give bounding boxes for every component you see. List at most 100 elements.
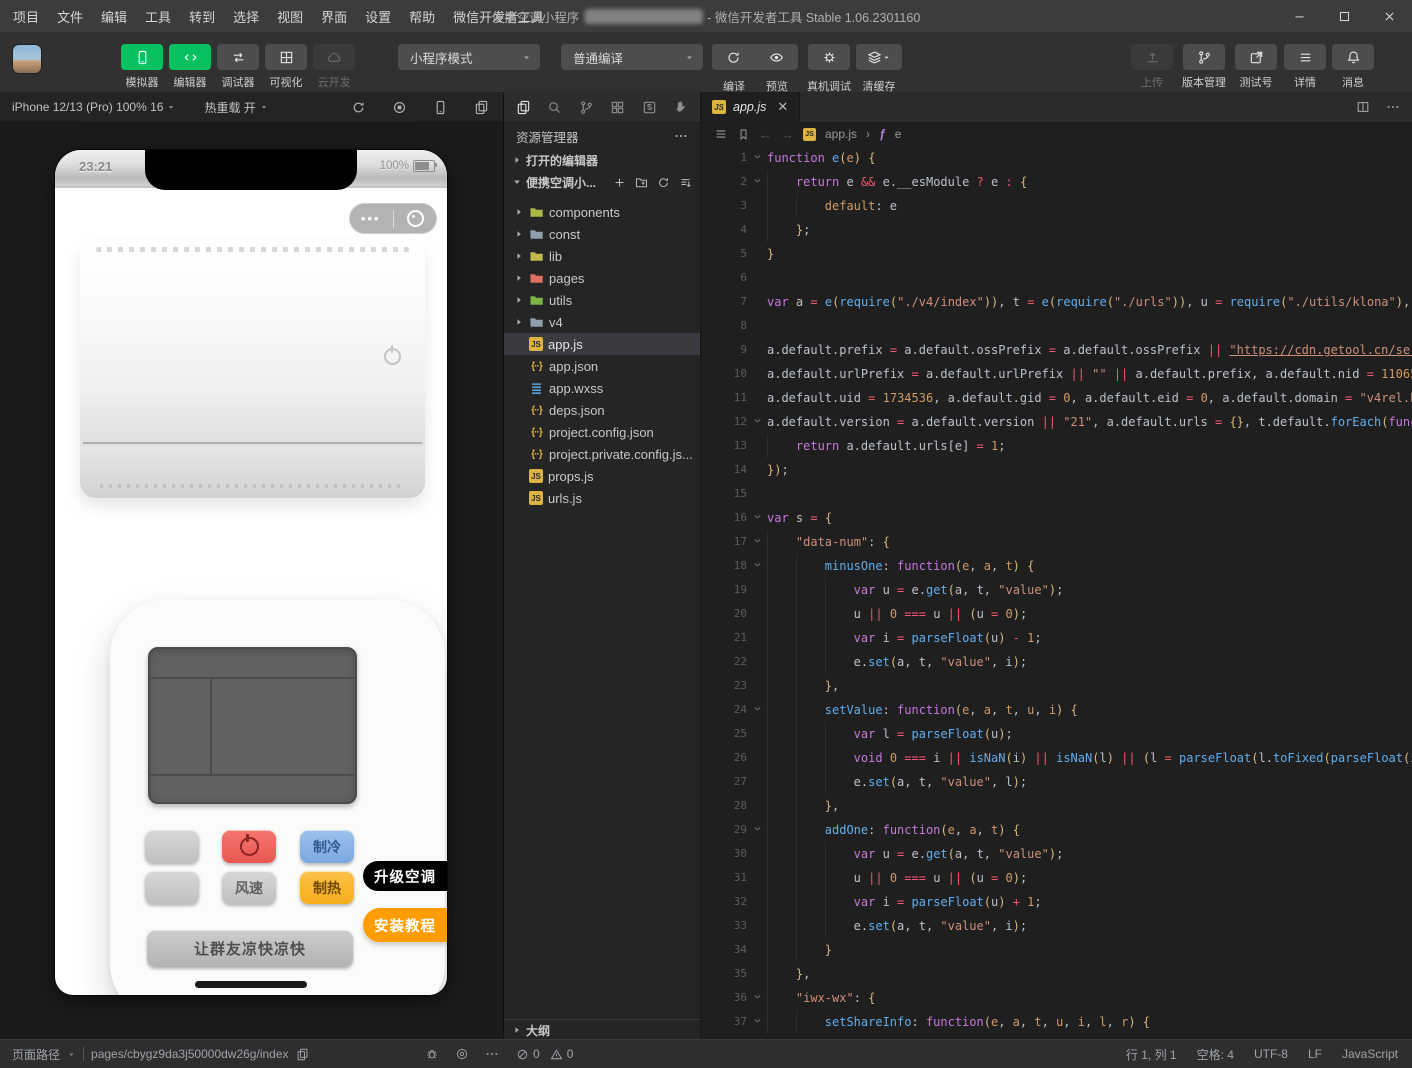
more-icon[interactable] bbox=[674, 129, 688, 143]
tree-file-project-private-config-js-[interactable]: {··}project.private.config.js... bbox=[504, 443, 700, 465]
remote-power-button[interactable] bbox=[222, 830, 276, 863]
split-editor-icon[interactable] bbox=[1356, 100, 1370, 114]
problems-indicator[interactable]: 0 0 bbox=[516, 1040, 573, 1068]
minimize-button[interactable] bbox=[1277, 0, 1322, 32]
outline-section[interactable]: 大纲 bbox=[504, 1019, 700, 1040]
details-button[interactable] bbox=[1284, 44, 1326, 70]
tree-file-app-json[interactable]: {··}app.json bbox=[504, 355, 700, 377]
menu-item-6[interactable]: 视图 bbox=[268, 7, 312, 26]
code-editor[interactable]: 1function e(e) {2return e && e.__esModul… bbox=[701, 146, 1412, 1040]
exit-mini-program-icon[interactable] bbox=[394, 210, 438, 227]
upgrade-ac-button[interactable]: 升级空调 bbox=[363, 861, 447, 891]
fold-chevron-icon[interactable] bbox=[747, 506, 767, 530]
collapse-folders-icon[interactable] bbox=[679, 176, 692, 189]
encoding[interactable]: UTF-8 bbox=[1254, 1047, 1288, 1061]
fold-chevron-icon[interactable] bbox=[747, 1010, 767, 1034]
outline-menu-icon[interactable] bbox=[714, 127, 728, 141]
tab-app-js[interactable]: JS app.js ✕ bbox=[701, 92, 800, 122]
tree-folder-pages[interactable]: pages bbox=[504, 267, 700, 289]
device-frame-icon[interactable] bbox=[433, 100, 448, 115]
rotate-device-icon[interactable] bbox=[351, 100, 366, 115]
hot-reload-toggle[interactable]: 热重载 开 bbox=[204, 99, 268, 116]
extensions-icon[interactable] bbox=[610, 100, 625, 115]
menu-item-0[interactable]: 项目 bbox=[4, 7, 48, 26]
new-file-icon[interactable] bbox=[613, 176, 626, 189]
fold-chevron-icon[interactable] bbox=[747, 698, 767, 722]
tree-folder-lib[interactable]: lib bbox=[504, 245, 700, 267]
menu-item-5[interactable]: 选择 bbox=[224, 7, 268, 26]
files-icon[interactable] bbox=[516, 100, 531, 115]
clear-cache-button[interactable] bbox=[856, 44, 902, 70]
breadcrumb-symbol[interactable]: e bbox=[895, 127, 902, 141]
snippets-icon[interactable] bbox=[642, 100, 657, 115]
remote-blank-button[interactable] bbox=[145, 871, 199, 904]
nav-forward-icon[interactable]: → bbox=[781, 127, 794, 142]
messages-button[interactable] bbox=[1332, 44, 1374, 70]
tree-folder-const[interactable]: const bbox=[504, 223, 700, 245]
menu-item-1[interactable]: 文件 bbox=[48, 7, 92, 26]
tree-file-urls-js[interactable]: JSurls.js bbox=[504, 487, 700, 509]
tree-folder-components[interactable]: components bbox=[504, 201, 700, 223]
menu-item-8[interactable]: 设置 bbox=[356, 7, 400, 26]
page-path-label[interactable]: 页面路径 bbox=[12, 1046, 60, 1063]
install-tutorial-button[interactable]: 安装教程 bbox=[363, 908, 447, 942]
compile-mode-select[interactable]: 普通编译 bbox=[561, 44, 703, 70]
compile-button[interactable] bbox=[712, 44, 755, 70]
nav-back-icon[interactable]: ← bbox=[759, 127, 772, 142]
menu-item-2[interactable]: 编辑 bbox=[92, 7, 136, 26]
open-editors-section[interactable]: 打开的编辑器 bbox=[504, 149, 700, 171]
record-icon[interactable] bbox=[392, 100, 407, 115]
messages-label[interactable]: 消息 bbox=[1321, 74, 1385, 90]
new-folder-icon[interactable] bbox=[635, 176, 648, 189]
fold-chevron-icon[interactable] bbox=[747, 554, 767, 578]
test-account-button[interactable] bbox=[1235, 44, 1277, 70]
eol[interactable]: LF bbox=[1308, 1047, 1322, 1061]
project-root-section[interactable]: 便携空调小... bbox=[504, 171, 700, 193]
bookmark-icon[interactable] bbox=[737, 128, 750, 141]
menu-item-4[interactable]: 转到 bbox=[180, 7, 224, 26]
debugger-button[interactable] bbox=[217, 44, 259, 70]
fold-chevron-icon[interactable] bbox=[747, 986, 767, 1010]
remote-cool-button[interactable]: 制冷 bbox=[300, 830, 354, 863]
multi-window-icon[interactable] bbox=[474, 100, 489, 115]
avatar[interactable] bbox=[13, 45, 41, 73]
fold-chevron-icon[interactable] bbox=[747, 410, 767, 434]
remote-fan-button[interactable]: 风速 bbox=[222, 871, 276, 904]
more-icon[interactable] bbox=[485, 1047, 499, 1061]
search-icon[interactable] bbox=[547, 100, 562, 115]
remote-blank-button[interactable] bbox=[145, 830, 199, 863]
editor-button[interactable] bbox=[169, 44, 211, 70]
tree-file-deps-json[interactable]: {··}deps.json bbox=[504, 399, 700, 421]
breadcrumb-file[interactable]: app.js bbox=[825, 127, 857, 141]
copy-icon[interactable] bbox=[296, 1048, 309, 1061]
tree-folder-v4[interactable]: v4 bbox=[504, 311, 700, 333]
more-actions-icon[interactable] bbox=[1386, 100, 1400, 114]
indentation[interactable]: 空格: 4 bbox=[1197, 1046, 1234, 1063]
tree-file-app-wxss[interactable]: ≣app.wxss bbox=[504, 377, 700, 399]
watch-icon[interactable] bbox=[455, 1047, 469, 1061]
menu-item-7[interactable]: 界面 bbox=[312, 7, 356, 26]
tree-file-project-config-json[interactable]: {··}project.config.json bbox=[504, 421, 700, 443]
menu-item-3[interactable]: 工具 bbox=[136, 7, 180, 26]
menu-item-9[interactable]: 帮助 bbox=[400, 7, 444, 26]
visualizer-button[interactable] bbox=[265, 44, 307, 70]
close-button[interactable] bbox=[1367, 0, 1412, 32]
remote-share-button[interactable]: 让群友凉快凉快 bbox=[147, 930, 353, 967]
bug-icon[interactable] bbox=[425, 1047, 439, 1061]
remote-heat-button[interactable]: 制热 bbox=[300, 871, 354, 904]
page-path-value[interactable]: pages/cbygz9da3j50000dw26g/index bbox=[91, 1047, 289, 1061]
source-control-icon[interactable] bbox=[579, 100, 594, 115]
fold-chevron-icon[interactable] bbox=[747, 530, 767, 554]
hand-icon[interactable] bbox=[673, 100, 688, 115]
device-selector[interactable]: iPhone 12/13 (Pro) 100% 16 bbox=[12, 100, 176, 114]
version-manage-button[interactable] bbox=[1183, 44, 1225, 70]
fold-chevron-icon[interactable] bbox=[747, 818, 767, 842]
simulator-button[interactable] bbox=[121, 44, 163, 70]
maximize-button[interactable] bbox=[1322, 0, 1367, 32]
tree-file-props-js[interactable]: JSprops.js bbox=[504, 465, 700, 487]
preview-button[interactable] bbox=[755, 44, 798, 70]
refresh-explorer-icon[interactable] bbox=[657, 176, 670, 189]
language[interactable]: JavaScript bbox=[1342, 1047, 1398, 1061]
tree-file-app-js[interactable]: JSapp.js bbox=[504, 333, 700, 355]
close-tab-icon[interactable]: ✕ bbox=[777, 99, 788, 115]
